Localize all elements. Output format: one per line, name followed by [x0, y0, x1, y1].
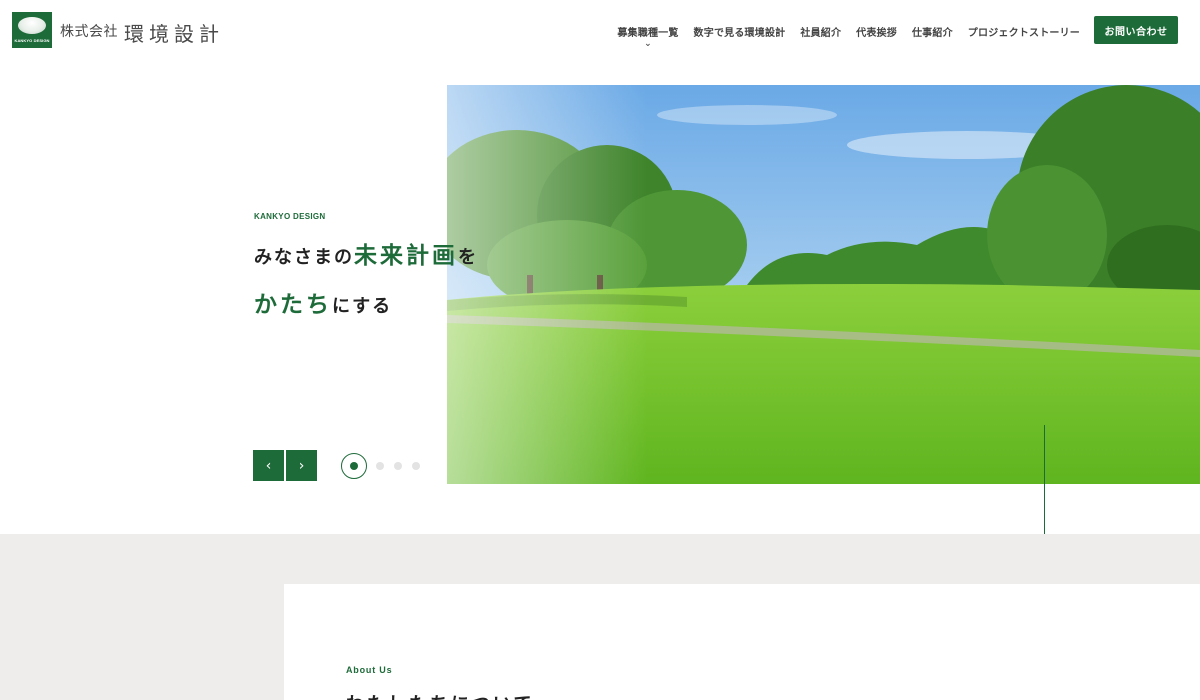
- chevron-down-icon: ⌄: [644, 39, 652, 49]
- slider-next-button[interactable]: ›: [286, 450, 317, 481]
- nav-item-project-story[interactable]: プロジェクトストーリー: [968, 24, 1080, 39]
- catch-text: を: [458, 247, 478, 268]
- global-nav: 募集職種一覧 ⌄ 数字で見る環境設計 社員紹介 代表挨拶 仕事紹介 プロジェクト…: [617, 24, 1080, 49]
- slider-dot-active[interactable]: [341, 453, 367, 479]
- nav-item-numbers[interactable]: 数字で見る環境設計: [694, 24, 786, 39]
- site-header: KANKYO DESIGN 株式会社 環境設計 募集職種一覧 ⌄ 数字で見る環境…: [0, 0, 1200, 62]
- about-card: [284, 584, 1200, 700]
- company-logo[interactable]: KANKYO DESIGN: [12, 12, 52, 48]
- logo-text: KANKYO DESIGN: [14, 38, 50, 43]
- hero-catchcopy-line2: かたちにする: [254, 285, 392, 319]
- catch-emphasis: 未来計画: [354, 243, 458, 269]
- logo-mark: [18, 17, 46, 34]
- nav-item-jobs[interactable]: 募集職種一覧 ⌄: [617, 24, 679, 49]
- scroll-indicator-line: [1044, 425, 1045, 534]
- hero-kicker: KANKYO DESIGN: [254, 212, 326, 221]
- catch-emphasis: かたち: [254, 292, 332, 318]
- nav-item-message[interactable]: 代表挨拶: [856, 24, 897, 39]
- nav-item-staff[interactable]: 社員紹介: [800, 24, 841, 39]
- slider-prev-button[interactable]: ‹: [253, 450, 284, 481]
- catch-text: みなさまの: [254, 247, 354, 268]
- about-kicker: About Us: [346, 665, 393, 675]
- slider-dot[interactable]: [376, 462, 384, 470]
- slider-dot[interactable]: [394, 462, 402, 470]
- about-title: わたしたちについて: [346, 690, 534, 700]
- hero-image: [447, 85, 1200, 484]
- chevron-right-icon: ›: [298, 457, 305, 474]
- catch-text: にする: [332, 296, 393, 317]
- hero-catchcopy-line1: みなさまの未来計画を: [254, 236, 478, 270]
- chevron-left-icon: ‹: [265, 457, 272, 474]
- company-prefix: 株式会社: [60, 24, 118, 40]
- nav-item-label: 募集職種一覧: [617, 28, 679, 39]
- slider-dot[interactable]: [412, 462, 420, 470]
- company-name[interactable]: 環境設計: [124, 18, 224, 47]
- hero-image-fade: [447, 85, 647, 484]
- nav-item-work[interactable]: 仕事紹介: [912, 24, 953, 39]
- contact-button[interactable]: お問い合わせ: [1094, 16, 1178, 44]
